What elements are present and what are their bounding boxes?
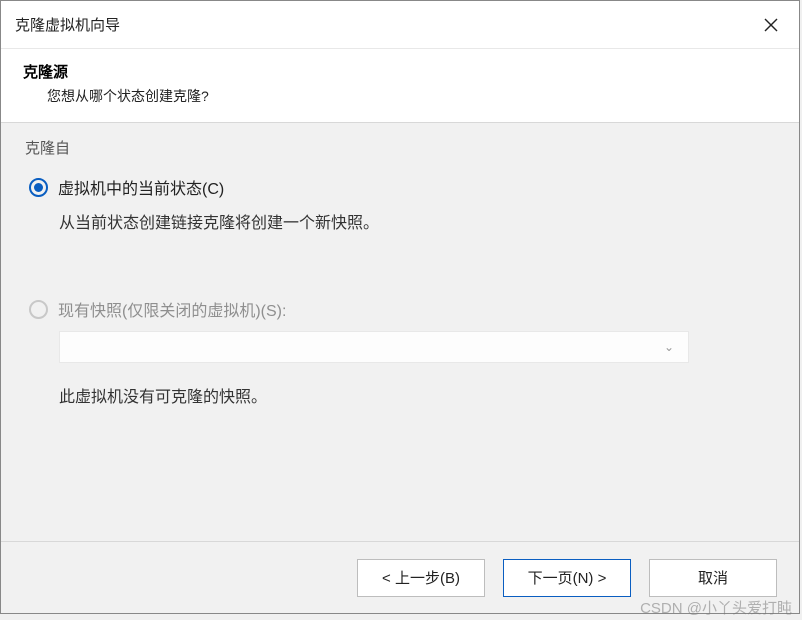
close-button[interactable] xyxy=(755,9,787,41)
wizard-footer: < 上一步(B) 下一页(N) > 取消 xyxy=(1,541,799,613)
cancel-button[interactable]: 取消 xyxy=(649,559,777,597)
window-title: 克隆虚拟机向导 xyxy=(15,14,755,35)
close-icon xyxy=(764,18,778,32)
clone-from-group: 克隆自 虚拟机中的当前状态(C) 从当前状态创建链接克隆将创建一个新快照。 现有… xyxy=(19,147,781,415)
page-subtitle: 您想从哪个状态创建克隆? xyxy=(23,86,777,106)
radio-current-state-label: 虚拟机中的当前状态(C) xyxy=(58,175,224,199)
chevron-down-icon: ⌄ xyxy=(664,340,674,354)
snapshot-dropdown: ⌄ xyxy=(59,331,689,363)
clone-wizard-dialog: 克隆虚拟机向导 克隆源 您想从哪个状态创建克隆? 克隆自 虚拟机中的当前状态(C… xyxy=(0,0,800,614)
group-legend: 克隆自 xyxy=(21,137,74,158)
radio-current-state[interactable]: 虚拟机中的当前状态(C) xyxy=(29,175,771,199)
radio-icon-selected xyxy=(29,178,48,197)
radio-icon-unselected xyxy=(29,300,48,319)
radio-existing-snapshot-label: 现有快照(仅限关闭的虚拟机)(S): xyxy=(58,297,286,321)
titlebar: 克隆虚拟机向导 xyxy=(1,1,799,49)
next-button[interactable]: 下一页(N) > xyxy=(503,559,631,597)
back-button[interactable]: < 上一步(B) xyxy=(357,559,485,597)
radio-existing-snapshot: 现有快照(仅限关闭的虚拟机)(S): xyxy=(29,297,771,321)
no-snapshot-note: 此虚拟机没有可克隆的快照。 xyxy=(59,383,771,407)
wizard-body: 克隆自 虚拟机中的当前状态(C) 从当前状态创建链接克隆将创建一个新快照。 现有… xyxy=(1,123,799,541)
wizard-header: 克隆源 您想从哪个状态创建克隆? xyxy=(1,49,799,123)
page-title: 克隆源 xyxy=(23,61,777,82)
current-state-desc: 从当前状态创建链接克隆将创建一个新快照。 xyxy=(59,209,771,233)
